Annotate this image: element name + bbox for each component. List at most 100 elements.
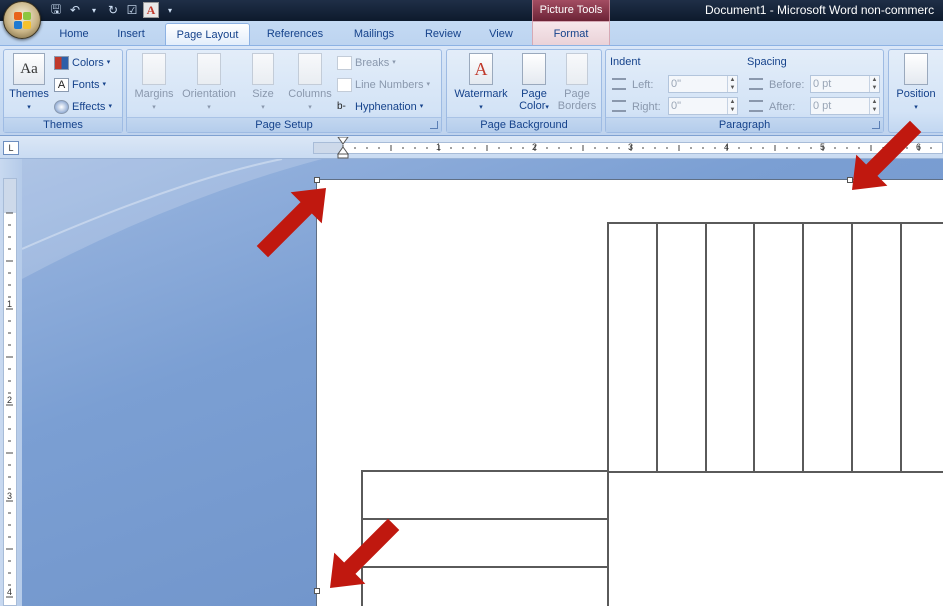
effects-icon xyxy=(54,100,69,114)
tab-format[interactable]: Format xyxy=(532,21,610,45)
page-borders-button[interactable]: Page Borders xyxy=(555,53,599,112)
tab-view[interactable]: View xyxy=(478,23,524,45)
line-numbers-icon xyxy=(337,78,352,92)
spacing-title: Spacing xyxy=(747,56,787,68)
office-logo-icon xyxy=(14,12,31,29)
ruler-number: 5 xyxy=(820,142,826,152)
indent-left-icon xyxy=(612,78,626,90)
vertical-ruler-ticks xyxy=(6,212,13,598)
indent-left-label: Left: xyxy=(632,79,654,91)
margins-icon xyxy=(142,53,166,85)
columns-icon xyxy=(298,53,322,85)
horizontal-ruler[interactable]: 1 2 3 4 5 6 xyxy=(313,137,943,159)
position-icon xyxy=(904,53,928,85)
tab-selector-button[interactable]: L xyxy=(3,141,19,155)
checklist-icon[interactable]: ☑ xyxy=(124,2,140,18)
themes-group: Aa Themes ▾ Colors ▾ A Fonts ▾ Effects ▾ The… xyxy=(3,49,123,133)
page-background-group-label: Page Background xyxy=(447,117,601,132)
size-button[interactable]: Size ▾ xyxy=(247,53,279,114)
spin-arrows-icon[interactable]: ▲ ▼ xyxy=(727,98,737,114)
page-background-group: A Watermark ▾ Page Color▾ Page Borders Page… xyxy=(446,49,602,133)
spin-arrows-icon[interactable]: ▲ ▼ xyxy=(869,98,879,114)
theme-fonts-button[interactable]: A Fonts ▾ xyxy=(54,76,106,94)
orientation-button[interactable]: Orientation ▾ xyxy=(177,53,241,114)
page-color-icon xyxy=(522,53,546,85)
ribbon-tabs: Home Insert Page Layout References Maili… xyxy=(0,21,943,45)
spacing-after-label: After: xyxy=(769,101,796,113)
position-button[interactable]: Position ▾ xyxy=(891,53,941,114)
spacing-after-input[interactable]: 0 pt ▲ ▼ xyxy=(810,97,880,115)
spin-arrows-icon[interactable]: ▲ ▼ xyxy=(869,76,879,92)
undo-dropdown-icon[interactable]: ▾ xyxy=(86,2,102,18)
paragraph-launcher-icon[interactable] xyxy=(872,121,880,129)
inserted-picture[interactable] xyxy=(317,180,943,606)
ruler-number: 2 xyxy=(7,395,13,405)
spacing-before-label: Before: xyxy=(769,79,805,91)
save-icon[interactable]: 🖫 xyxy=(48,2,64,18)
spacing-before-input[interactable]: 0 pt ▲ ▼ xyxy=(810,75,880,93)
colors-icon xyxy=(54,56,69,70)
hyphenation-button[interactable]: b‑ Hyphenation ▾ xyxy=(337,98,423,116)
tab-insert[interactable]: Insert xyxy=(107,23,155,45)
themes-icon: Aa xyxy=(13,53,45,85)
ruler-number: 6 xyxy=(916,142,922,152)
resize-handle-top-left[interactable] xyxy=(314,177,320,183)
picture-tools-header: Picture Tools xyxy=(532,0,610,21)
orientation-icon xyxy=(197,53,221,85)
page-color-button[interactable]: Page Color▾ xyxy=(515,53,553,114)
tab-references[interactable]: References xyxy=(258,23,332,45)
indent-right-icon xyxy=(612,100,626,112)
themes-button[interactable]: Aa Themes ▾ xyxy=(8,53,50,114)
spacing-after-icon xyxy=(749,100,763,112)
line-numbers-button[interactable]: Line Numbers ▾ xyxy=(337,76,430,94)
tab-review[interactable]: Review xyxy=(416,23,470,45)
page-setup-group: Margins ▾ Orientation ▾ Size ▾ Columns ▾ Bre… xyxy=(126,49,442,133)
ruler-number: 4 xyxy=(724,142,730,152)
theme-colors-button[interactable]: Colors ▾ xyxy=(54,54,110,72)
vertical-ruler[interactable]: 1 2 3 4 xyxy=(3,178,17,606)
quick-access-toolbar: 🖫 ↶ ▾ ↻ ☑ A ▾ xyxy=(48,1,178,19)
title-bar: 🖫 ↶ ▾ ↻ ☑ A ▾ Picture Tools Document1 - … xyxy=(0,0,943,21)
customize-toolbar-icon[interactable]: ▾ xyxy=(162,2,178,18)
tab-mailings[interactable]: Mailings xyxy=(341,23,407,45)
breaks-icon xyxy=(337,56,352,70)
redo-icon[interactable]: ↻ xyxy=(105,2,121,18)
indent-right-input[interactable]: 0" ▲ ▼ xyxy=(668,97,738,115)
ruler-number: 4 xyxy=(7,587,13,597)
page-borders-icon xyxy=(566,53,588,85)
size-icon xyxy=(252,53,274,85)
indent-marker-icon[interactable] xyxy=(337,137,349,159)
ruler-number: 2 xyxy=(532,142,538,152)
indent-left-input[interactable]: 0" ▲ ▼ xyxy=(668,75,738,93)
watermark-icon: A xyxy=(469,53,493,85)
page-setup-launcher-icon[interactable] xyxy=(430,121,438,129)
resize-handle-top-middle[interactable] xyxy=(847,177,853,183)
breaks-button[interactable]: Breaks ▾ xyxy=(337,54,396,72)
font-color-icon[interactable]: A xyxy=(143,2,159,18)
arrange-group: Position ▾ xyxy=(888,49,943,133)
ruler-number: 1 xyxy=(7,299,13,309)
theme-effects-button[interactable]: Effects ▾ xyxy=(54,98,112,116)
columns-button[interactable]: Columns ▾ xyxy=(285,53,335,114)
ruler-number: 3 xyxy=(628,142,634,152)
tab-page-layout[interactable]: Page Layout xyxy=(165,23,250,45)
ribbon: Aa Themes ▾ Colors ▾ A Fonts ▾ Effects ▾ The… xyxy=(0,45,943,136)
undo-icon[interactable]: ↶ xyxy=(67,2,83,18)
spin-arrows-icon[interactable]: ▲ ▼ xyxy=(727,76,737,92)
watermark-button[interactable]: A Watermark ▾ xyxy=(451,53,511,114)
page-setup-group-label: Page Setup xyxy=(127,117,441,132)
paragraph-group-label: Paragraph xyxy=(606,117,883,132)
tab-home[interactable]: Home xyxy=(50,23,98,45)
spacing-before-icon xyxy=(749,78,763,90)
margins-button[interactable]: Margins ▾ xyxy=(131,53,177,114)
paragraph-group: Indent Left: 0" ▲ ▼ Right: 0" ▲ ▼ Spacing Be… xyxy=(605,49,884,133)
hyphenation-icon: b‑ xyxy=(337,101,346,112)
resize-handle-middle-left[interactable] xyxy=(314,588,320,594)
office-button[interactable] xyxy=(3,1,41,39)
themes-group-label: Themes xyxy=(4,117,122,132)
document-page[interactable] xyxy=(314,177,943,606)
indent-title: Indent xyxy=(610,56,641,68)
indent-right-label: Right: xyxy=(632,101,661,113)
window-title: Document1 - Microsoft Word non-commerc xyxy=(705,3,935,17)
fonts-icon: A xyxy=(54,78,69,92)
